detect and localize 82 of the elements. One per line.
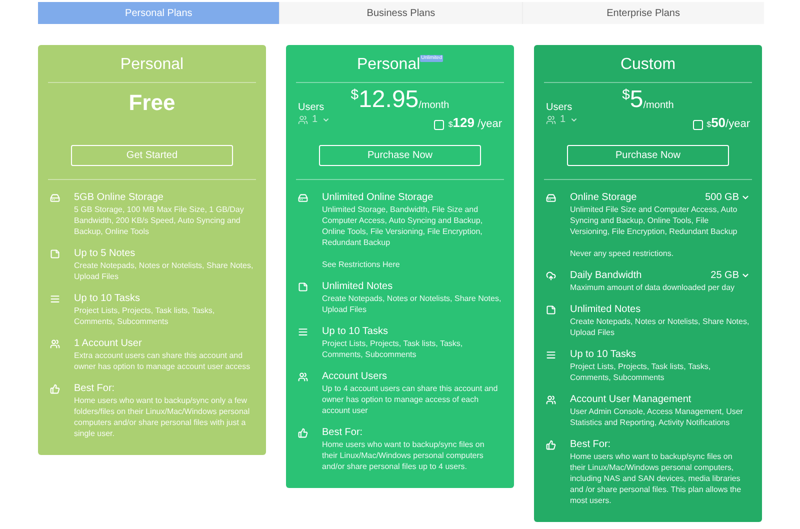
feature-description: Maximum amount of data downloaded per day xyxy=(570,282,736,293)
feature-note: Never any speed restrictions. xyxy=(570,248,675,259)
get-started-button[interactable]: Get Started xyxy=(71,145,233,166)
thumbs-up-icon xyxy=(298,428,308,438)
feature-description: Extra account users can share this account and owner has option to manage account user access xyxy=(74,350,252,372)
users-label: Users xyxy=(546,102,574,114)
purchase-button[interactable]: Purchase Now xyxy=(567,145,729,166)
caret-icon xyxy=(741,271,750,280)
users-icon xyxy=(546,395,556,405)
feature-title: Unlimited Online Storage xyxy=(322,191,434,204)
note-icon xyxy=(546,305,556,315)
users-label: Users xyxy=(298,102,326,114)
currency: $ xyxy=(350,86,359,102)
size-dropdown[interactable]: 25 GB xyxy=(710,269,750,282)
thumbs-up-icon xyxy=(546,440,556,450)
feature-description: Home users who want to backup/sync files on their Linux/Mac/Windows personal computers and/or share personal files up to 4 users. xyxy=(322,439,486,472)
feature-note: See Restrictions Here xyxy=(322,259,401,270)
plan-title: Custom xyxy=(620,55,676,75)
note-icon xyxy=(50,249,60,259)
feature-description: Home users who want to backup/sync only a few folders/files on their Linux/Mac/Windows personal computers and/or share personal files with just a single user. xyxy=(74,395,251,439)
feature-title: 5GB Online Storage xyxy=(74,191,164,204)
price-period: /month xyxy=(643,99,674,113)
feature-title: Best For: xyxy=(74,382,115,395)
feature-description: Create Notepads, Notes or Notelists, Share Notes, Upload Files xyxy=(570,316,750,338)
feature-description: Unlimited File Size and Computer Access, Auto Syncing and Backup, Online Tools, File Versioning, File Encryption, Redundant Backup xyxy=(570,204,738,237)
feature-description: Unlimited Storage, Bandwidth, File Size and Computer Access, Auto Syncing and Backup, Online Tools, File Versioning, File Encryption, Redundant Backup xyxy=(322,204,484,248)
yearly-price: $50/year xyxy=(706,116,750,132)
size-dropdown[interactable]: 500 GB xyxy=(705,191,750,204)
price-text: Free xyxy=(128,89,176,117)
feature-title: Best For: xyxy=(322,426,363,439)
list-icon xyxy=(298,327,308,337)
users-dropdown[interactable]: 1 xyxy=(298,114,330,126)
caret-icon xyxy=(741,193,750,202)
feature-description: Project Lists, Projects, Task lists, Tasks, Comments, Subcomments xyxy=(74,305,216,327)
feature-title: Up to 5 Notes xyxy=(74,247,136,260)
users-icon xyxy=(298,372,308,382)
list-icon xyxy=(50,294,60,304)
feature-title: Online Storage xyxy=(570,191,637,204)
feature-title: Daily Bandwidth xyxy=(570,269,642,282)
users-icon xyxy=(50,339,60,349)
plan-title: Personal xyxy=(357,55,420,75)
price: 12.95 xyxy=(358,86,419,114)
plan-tab[interactable]: Personal Plans xyxy=(38,2,280,24)
cloud-upload-icon xyxy=(546,271,556,281)
feature-title: Best For: xyxy=(570,438,611,451)
purchase-button[interactable]: Purchase Now xyxy=(319,145,481,166)
feature-title: 1 Account User xyxy=(74,337,142,350)
feature-title: Unlimited Notes xyxy=(570,303,641,316)
users-icon xyxy=(546,115,556,125)
drive-icon xyxy=(298,193,308,203)
feature-title: Unlimited Notes xyxy=(322,280,393,293)
yearly-checkbox[interactable] xyxy=(692,120,703,130)
feature-description: User Admin Console, Access Management, User Statistics and Reporting, Activity Notifications xyxy=(570,406,744,428)
plan-tab[interactable]: Business Plans xyxy=(279,2,522,24)
plan-title: Personal xyxy=(120,55,184,75)
feature-title: Up to 10 Tasks xyxy=(74,292,140,305)
feature-description: Project Lists, Projects, Task lists, Tasks, Comments, Subcomments xyxy=(322,338,464,360)
feature-description: Create Notepads, Notes or Notelists, Share Notes, Upload Files xyxy=(74,260,254,282)
feature-description: Project Lists, Projects, Task lists, Tasks, Comments, Subcomments xyxy=(570,361,712,383)
yearly-checkbox[interactable] xyxy=(434,120,444,130)
plan-tab[interactable]: Enterprise Plans xyxy=(522,2,764,24)
list-icon xyxy=(546,350,556,360)
caret-icon xyxy=(570,116,578,124)
price-period: /month xyxy=(418,99,450,113)
feature-description: Create Notepads, Notes or Notelists, Share Notes, Upload Files xyxy=(322,293,502,315)
feature-description: Up to 4 account users can share this account and owner has option to manage access of each account user xyxy=(322,383,499,416)
note-icon xyxy=(298,282,308,292)
drive-icon xyxy=(546,193,556,203)
feature-description: Home users who want to backup/sync files on their Linux/Mac/Windows personal computers, including NAS and SAN devices, media libraries and /or share personal files. This plan allows the most users. xyxy=(570,451,742,506)
feature-title: Account User Management xyxy=(570,393,692,406)
drive-icon xyxy=(50,193,60,203)
caret-icon xyxy=(322,116,330,124)
feature-title: Up to 10 Tasks xyxy=(570,348,636,361)
feature-title: Account Users xyxy=(322,370,388,383)
thumbs-up-icon xyxy=(50,384,60,394)
feature-description: 5 GB Storage, 100 MB Max File Size, 1 GB/Day Bandwidth, 200 KB/s Speed, Auto Syncing and Backup, Online Tools xyxy=(74,204,245,237)
users-dropdown[interactable]: 1 xyxy=(546,114,578,126)
feature-title: Up to 10 Tasks xyxy=(322,325,388,338)
currency: $ xyxy=(622,86,630,102)
price: 5 xyxy=(630,86,644,114)
users-icon xyxy=(298,115,308,125)
yearly-price: $129 /year xyxy=(448,116,502,132)
